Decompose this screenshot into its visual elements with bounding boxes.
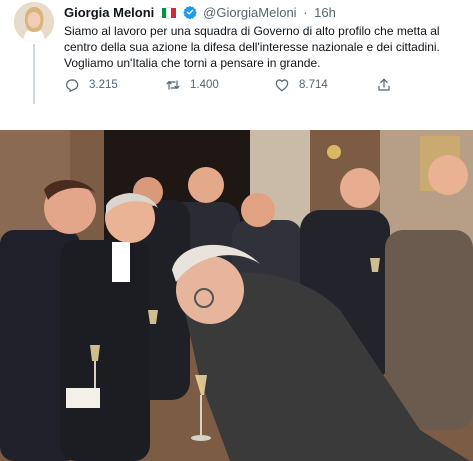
author-handle[interactable]: @GiorgiaMeloni xyxy=(203,5,296,20)
share-button[interactable] xyxy=(376,76,401,94)
tweet-text-line: Vogliamo un'Italia che torni a pensare i… xyxy=(64,56,321,70)
reply-icon xyxy=(66,79,79,92)
like-button[interactable]: 8.714 xyxy=(274,76,328,94)
photo-illustration xyxy=(0,130,473,461)
tweet-actions: 3.215 1.400 8.714 xyxy=(64,76,404,94)
avatar[interactable] xyxy=(14,2,54,42)
tweet-text: Siamo al lavoro per una squadra di Gover… xyxy=(64,23,464,71)
reply-count: 3.215 xyxy=(89,79,118,91)
italian-flag-icon xyxy=(161,7,176,19)
tweet[interactable]: Giorgia Meloni @GiorgiaMeloni · 16h Siam… xyxy=(0,0,473,130)
retweet-icon xyxy=(166,80,180,90)
like-icon xyxy=(275,79,289,92)
share-icon xyxy=(378,78,390,91)
tweet-photo[interactable] xyxy=(0,130,473,461)
tweet-text-line: Siamo al lavoro per una squadra di Gover… xyxy=(64,24,440,38)
separator-dot: · xyxy=(303,5,308,20)
tweet-timestamp[interactable]: 16h xyxy=(314,5,336,20)
thread-line xyxy=(33,44,35,104)
tweet-header: Giorgia Meloni @GiorgiaMeloni · 16h xyxy=(64,4,465,22)
reply-button[interactable]: 3.215 xyxy=(64,76,118,94)
retweet-button[interactable]: 1.400 xyxy=(165,76,219,94)
verified-badge-icon xyxy=(182,5,197,19)
author-name[interactable]: Giorgia Meloni xyxy=(64,5,154,20)
retweet-count: 1.400 xyxy=(190,79,219,91)
like-count: 8.714 xyxy=(299,79,328,91)
tweet-text-line: centro della sua azione la difesa dell'i… xyxy=(64,40,440,54)
